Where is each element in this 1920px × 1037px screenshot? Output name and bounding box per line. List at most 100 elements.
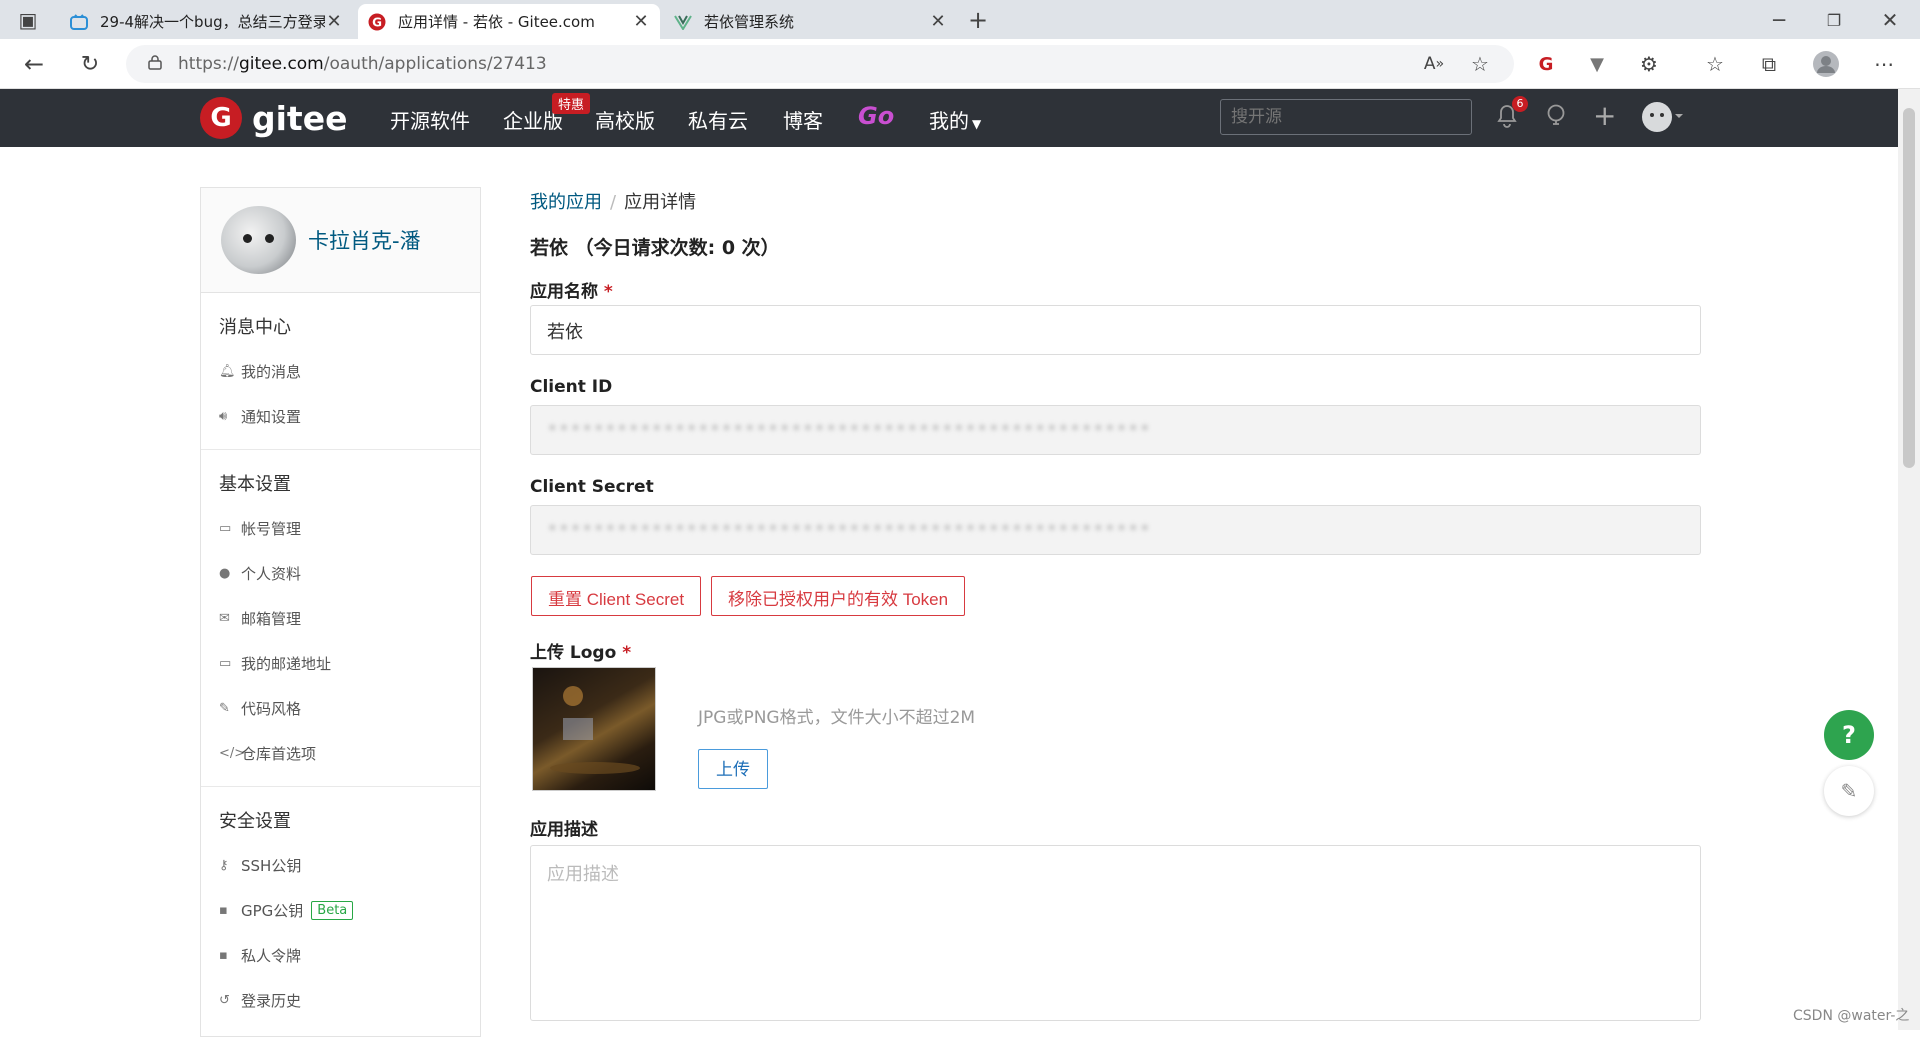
browser-tab-3[interactable]: 若依管理系统 ✕ xyxy=(664,4,957,39)
vue-favicon-icon xyxy=(674,13,692,31)
divider xyxy=(201,449,480,450)
client-id-field[interactable]: ••••••••••••••••••••••••••••••••••••••••… xyxy=(530,405,1701,455)
nav-open-source[interactable]: 开源软件 xyxy=(390,105,470,134)
create-plus-icon[interactable]: + xyxy=(1593,99,1616,132)
upload-logo-button[interactable]: 上传 xyxy=(698,749,768,789)
profile-icon[interactable] xyxy=(1812,50,1840,78)
close-window-icon[interactable]: ✕ xyxy=(1876,6,1904,34)
brush-icon: ✎ xyxy=(219,701,230,716)
client-secret-label: Client Secret xyxy=(530,477,654,497)
app-name-input[interactable]: 若依 xyxy=(530,305,1701,355)
new-tab-button[interactable]: + xyxy=(964,6,992,34)
sidebar-item-ssh-keys[interactable]: ⚷ SSH公钥 xyxy=(201,843,480,888)
gitee-extension-icon[interactable]: G xyxy=(1532,50,1560,78)
sidebar-item-label: 私人令牌 xyxy=(241,947,302,965)
section-title-security: 安全设置 xyxy=(219,811,291,832)
address-bar-row: ← ↻ https://gitee.com/oauth/applications… xyxy=(0,39,1920,89)
close-tab-icon[interactable]: ✕ xyxy=(632,11,650,32)
read-aloud-icon[interactable]: A» xyxy=(1420,50,1448,78)
nav-blog[interactable]: 博客 xyxy=(783,105,823,134)
user-icon: ● xyxy=(219,566,231,581)
browser-tab-bar: ▣ 29-4解决一个bug，总结三方登录 ✕ G 应用详情 - 若依 - Git… xyxy=(0,0,1920,39)
vue-devtools-icon[interactable]: ▼ xyxy=(1583,50,1611,78)
description-textarea[interactable]: 应用描述 xyxy=(530,845,1701,1021)
bilibili-favicon-icon xyxy=(70,13,88,31)
sidebar-item-repo-preferences[interactable]: </> 仓库首选项 xyxy=(201,731,480,776)
search-input[interactable] xyxy=(1220,99,1472,135)
more-menu-icon[interactable]: ⋯ xyxy=(1870,50,1898,78)
gitee-logo[interactable]: G gitee xyxy=(200,97,347,139)
sidebar-item-label: 个人资料 xyxy=(241,565,302,583)
logo-label: 上传 Logo * xyxy=(530,638,631,663)
avatar-eye xyxy=(243,234,252,243)
sidebar-item-label: 登录历史 xyxy=(241,992,302,1010)
sidebar-item-my-messages[interactable]: 🔔︎ 我的消息 xyxy=(201,349,480,394)
sidebar-item-label: 代码风格 xyxy=(241,700,302,718)
feedback-edit-icon[interactable]: ✎ xyxy=(1824,766,1874,816)
nav-go[interactable]: Go xyxy=(858,102,894,130)
sidebar-item-label: 仓库首选项 xyxy=(241,745,317,763)
client-id-value: ••••••••••••••••••••••••••••••••••••••••… xyxy=(547,418,1152,439)
caret-down-icon: ▼ xyxy=(972,117,982,131)
address-card-icon: ▭ xyxy=(219,656,232,671)
browser-tab-2[interactable]: G 应用详情 - 若依 - Gitee.com ✕ xyxy=(358,4,660,39)
sidebar-item-code-style[interactable]: ✎ 代码风格 xyxy=(201,686,480,731)
favorites-icon[interactable]: ☆ xyxy=(1701,50,1729,78)
lightbulb-icon[interactable] xyxy=(1544,103,1568,135)
sidebar-item-personal-tokens[interactable]: ▪ 私人令牌 xyxy=(201,933,480,978)
help-button[interactable]: ? xyxy=(1824,710,1874,760)
app-logo-image xyxy=(532,667,656,791)
sidebar-item-gpg-keys[interactable]: ▪ GPG公钥 Beta xyxy=(201,888,480,933)
logo-label-text: 上传 Logo xyxy=(530,643,617,663)
sidebar-item-account[interactable]: ▭ 帐号管理 xyxy=(201,506,480,551)
beta-badge: Beta xyxy=(311,901,354,920)
back-icon[interactable]: ← xyxy=(20,50,48,78)
username-link[interactable]: 卡拉肖克-潘 xyxy=(308,225,421,255)
url-path: /oauth/applications/27413 xyxy=(323,54,547,74)
bell-icon: 🔔︎ xyxy=(219,364,236,379)
avatar[interactable] xyxy=(221,206,296,274)
sidebar-item-login-history[interactable]: ↺ 登录历史 xyxy=(201,978,480,1023)
reset-client-secret-button[interactable]: 重置 Client Secret xyxy=(531,576,702,616)
breadcrumb-current: 应用详情 xyxy=(624,192,697,213)
extensions-icon[interactable]: ⚙ xyxy=(1635,50,1663,78)
collections-icon[interactable]: ⧉ xyxy=(1755,50,1783,78)
sidebar-item-label: 帐号管理 xyxy=(241,520,302,538)
url-input[interactable]: https://gitee.com/oauth/applications/274… xyxy=(126,45,1514,83)
user-avatar-menu[interactable] xyxy=(1641,101,1683,139)
lock-icon: ▪ xyxy=(219,903,228,918)
scrollbar-thumb[interactable] xyxy=(1903,108,1915,468)
required-mark: * xyxy=(603,282,613,302)
tab-title: 应用详情 - 若依 - Gitee.com xyxy=(398,13,595,31)
sidebar-item-address[interactable]: ▭ 我的邮递地址 xyxy=(201,641,480,686)
breadcrumb-separator: / xyxy=(610,192,617,213)
sidebar-item-emails[interactable]: ✉ 邮箱管理 xyxy=(201,596,480,641)
svg-text:G: G xyxy=(372,15,382,29)
close-tab-icon[interactable]: ✕ xyxy=(325,11,343,32)
client-secret-field[interactable]: ••••••••••••••••••••••••••••••••••••••••… xyxy=(530,505,1701,555)
sidebar-item-label: GPG公钥 xyxy=(241,902,304,920)
enterprise-promo-badge: 特惠 xyxy=(552,93,591,114)
reload-icon[interactable]: ↻ xyxy=(76,50,104,78)
revoke-tokens-button[interactable]: 移除已授权用户的有效 Token xyxy=(711,576,966,616)
watermark: CSDN @water-之 xyxy=(1793,1008,1910,1024)
minimize-icon[interactable]: ─ xyxy=(1765,6,1793,34)
sidebar-item-label: SSH公钥 xyxy=(241,857,302,875)
volume-icon: 🔊︎ xyxy=(219,409,228,424)
close-tab-icon[interactable]: ✕ xyxy=(929,11,947,32)
nav-mine-label: 我的 xyxy=(929,109,969,133)
breadcrumb-my-apps-link[interactable]: 我的应用 xyxy=(530,192,602,213)
nav-mine[interactable]: 我的 ▼ xyxy=(929,105,981,134)
sidebar-item-profile[interactable]: ● 个人资料 xyxy=(201,551,480,596)
sidebar-item-notification-settings[interactable]: 🔊︎ 通知设置 xyxy=(201,394,480,439)
gitee-favicon-icon: G xyxy=(368,13,386,31)
browser-tab-1[interactable]: 29-4解决一个bug，总结三方登录 ✕ xyxy=(60,4,353,39)
nav-education[interactable]: 高校版 xyxy=(595,105,655,134)
app-name-label: 应用名称 * xyxy=(530,277,613,302)
restore-icon[interactable]: ❐ xyxy=(1820,6,1848,34)
nav-private-cloud[interactable]: 私有云 xyxy=(688,105,748,134)
section-title-basic: 基本设置 xyxy=(219,474,291,495)
tab-actions-icon[interactable]: ▣ xyxy=(14,6,42,34)
add-favorite-icon[interactable]: ☆ xyxy=(1466,50,1494,78)
svg-text:G: G xyxy=(1539,54,1554,74)
